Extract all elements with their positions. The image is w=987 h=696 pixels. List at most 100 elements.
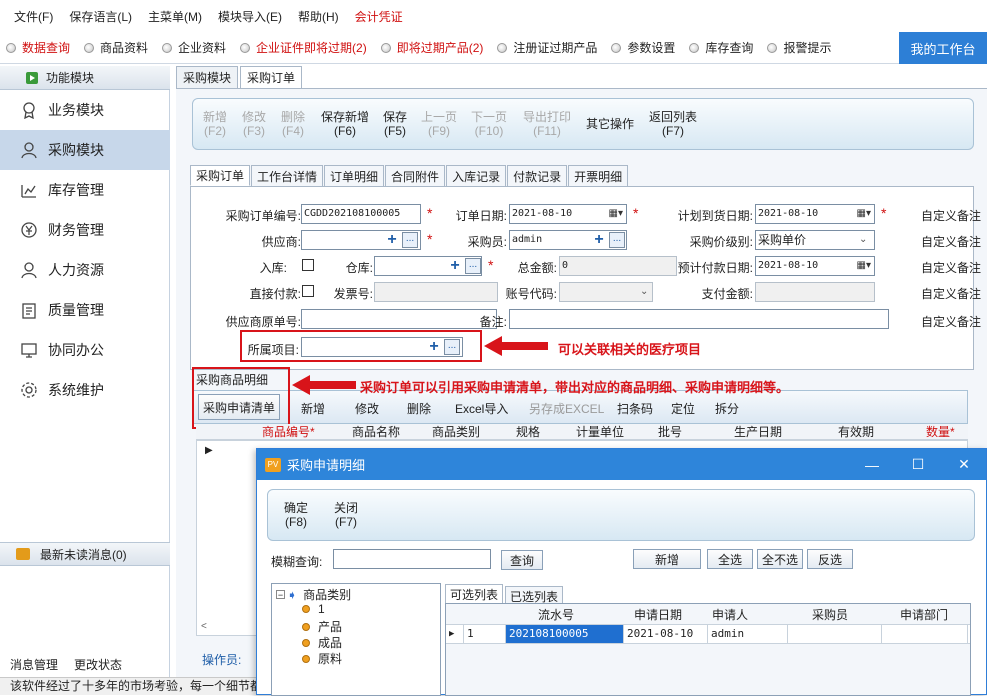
product-add-button[interactable]: 新增 — [301, 400, 325, 417]
add-icon[interactable]: + — [448, 258, 462, 274]
order-no-input[interactable]: CGDD202108100005 — [301, 204, 421, 224]
select-all-button[interactable]: 全选 — [707, 549, 753, 569]
col-batch-no[interactable]: 批号 — [658, 424, 682, 440]
browse-icon[interactable]: ... — [465, 258, 481, 274]
menu-file[interactable]: 文件(F) — [14, 8, 53, 25]
close-icon[interactable]: ✕ — [941, 449, 987, 480]
col-department[interactable]: 申请部门 — [900, 606, 948, 623]
confirm-button[interactable]: 确定 (F8) — [284, 501, 308, 529]
tab-payment-record[interactable]: 付款记录 — [507, 165, 568, 186]
tab-invoice-detail[interactable]: 开票明细 — [568, 165, 629, 186]
dialog-add-button[interactable]: 新增 — [633, 549, 701, 569]
locate-button[interactable]: 定位 — [671, 400, 695, 417]
col-product-no[interactable]: 商品编号* — [262, 424, 315, 440]
invert-selection-button[interactable]: 反选 — [807, 549, 853, 569]
scroll-left-icon[interactable]: < — [197, 621, 257, 635]
quick-data-query[interactable]: 数据查询 — [6, 39, 70, 56]
workbench-button[interactable]: 我的工作台 — [899, 32, 987, 64]
tab-stock-in-record[interactable]: 入库记录 — [446, 165, 507, 186]
delete-button[interactable]: 删除 (F4) — [281, 110, 305, 138]
menu-main[interactable]: 主菜单(M) — [148, 8, 202, 25]
quick-product-expiring[interactable]: 即将过期产品(2) — [380, 39, 483, 56]
tree-item[interactable]: 1 — [302, 602, 325, 616]
add-icon[interactable]: + — [592, 232, 606, 248]
calendar-dropdown-icon[interactable]: ▦▾ — [847, 206, 871, 222]
module-business[interactable]: 业务模块 — [0, 90, 170, 130]
split-button[interactable]: 拆分 — [715, 400, 739, 417]
menu-help[interactable]: 帮助(H) — [298, 8, 339, 25]
save-add-button[interactable]: 保存新增 (F6) — [321, 110, 369, 138]
table-row[interactable]: ▶ 1 202108100005 2021-08-10 admin — [446, 624, 970, 644]
product-edit-button[interactable]: 修改 — [355, 400, 379, 417]
quick-stock-query[interactable]: 库存查询 — [689, 39, 753, 56]
add-icon[interactable]: + — [385, 232, 399, 248]
chevron-down-icon[interactable]: ⌄ — [640, 286, 648, 297]
tree-item[interactable]: 成品 — [302, 634, 342, 651]
module-purchase[interactable]: 采购模块 — [0, 130, 170, 170]
collapse-icon[interactable]: − — [276, 590, 285, 600]
module-finance[interactable]: 财务管理 — [0, 210, 170, 250]
edit-button[interactable]: 修改 (F3) — [242, 110, 266, 138]
quick-license-expiring[interactable]: 企业证件即将过期(2) — [240, 39, 367, 56]
col-buyer[interactable]: 采购员 — [812, 606, 848, 623]
prev-page-button[interactable]: 上一页 (F9) — [421, 110, 457, 138]
col-request-date[interactable]: 申请日期 — [634, 606, 682, 623]
tab-workbench-detail[interactable]: 工作台详情 — [251, 165, 324, 186]
excel-import-button[interactable]: Excel导入 — [455, 400, 508, 417]
scan-barcode-button[interactable]: 扫条码 — [617, 400, 653, 417]
query-button[interactable]: 查询 — [501, 550, 543, 570]
tab-order[interactable]: 采购订单 — [190, 165, 251, 186]
quick-settings[interactable]: 参数设置 — [611, 39, 675, 56]
tab-contract-attachment[interactable]: 合同附件 — [385, 165, 446, 186]
col-spec[interactable]: 规格 — [516, 424, 540, 440]
tab-purchase-module[interactable]: 采购模块 — [176, 66, 239, 88]
col-product-category[interactable]: 商品类别 — [432, 424, 480, 440]
menu-module-import[interactable]: 模块导入(E) — [218, 8, 282, 25]
select-none-button[interactable]: 全不选 — [757, 549, 803, 569]
other-actions-button[interactable]: 其它操作 — [586, 117, 634, 131]
col-serial-no[interactable]: 流水号 — [538, 606, 574, 623]
module-office[interactable]: 协同办公 — [0, 330, 170, 370]
maximize-icon[interactable]: ☐ — [895, 449, 941, 480]
module-inventory[interactable]: 库存管理 — [0, 170, 170, 210]
tab-available-list[interactable]: 可选列表 — [445, 584, 504, 603]
quick-registration-expired[interactable]: 注册证过期产品 — [497, 39, 597, 56]
change-status-link[interactable]: 更改状态 — [74, 656, 122, 673]
next-page-button[interactable]: 下一页 (F10) — [471, 110, 507, 138]
add-button[interactable]: 新增 (F2) — [203, 110, 227, 138]
col-product-name[interactable]: 商品名称 — [352, 424, 400, 440]
module-quality[interactable]: 质量管理 — [0, 290, 170, 330]
menu-accounting-voucher[interactable]: 会计凭证 — [355, 8, 403, 25]
module-hr[interactable]: 人力资源 — [0, 250, 170, 290]
module-system[interactable]: 系统维护 — [0, 370, 170, 410]
calendar-dropdown-icon[interactable]: ▦▾ — [847, 258, 871, 274]
menu-save-language[interactable]: 保存语言(L) — [69, 8, 132, 25]
close-button[interactable]: 关闭 (F7) — [334, 501, 358, 529]
product-delete-button[interactable]: 删除 — [407, 400, 431, 417]
tab-purchase-order[interactable]: 采购订单 — [240, 66, 303, 88]
direct-pay-checkbox[interactable] — [302, 285, 314, 297]
search-input[interactable] — [333, 549, 491, 569]
quick-company-info[interactable]: 企业资料 — [162, 39, 226, 56]
browse-icon[interactable]: ... — [609, 232, 625, 248]
stock-in-checkbox[interactable] — [302, 259, 314, 271]
col-applicant[interactable]: 申请人 — [712, 606, 748, 623]
export-print-button[interactable]: 导出打印 (F11) — [523, 110, 571, 138]
col-production-date[interactable]: 生产日期 — [734, 424, 782, 440]
save-button[interactable]: 保存 (F5) — [383, 110, 407, 138]
quick-alarm[interactable]: 报警提示 — [767, 39, 831, 56]
col-quantity[interactable]: 数量* — [926, 424, 955, 440]
back-to-list-button[interactable]: 返回列表 (F7) — [649, 110, 697, 138]
minimize-icon[interactable]: — — [849, 449, 895, 480]
tab-order-detail[interactable]: 订单明细 — [324, 165, 385, 186]
browse-icon[interactable]: ... — [402, 232, 418, 248]
note-input[interactable] — [509, 309, 889, 329]
total-amount-input[interactable]: 0 — [559, 256, 677, 276]
chevron-down-icon[interactable]: ⌄ — [859, 234, 867, 245]
supplier-order-no-input[interactable] — [301, 309, 497, 329]
invoice-no-input[interactable] — [374, 282, 498, 302]
quick-product-info[interactable]: 商品资料 — [84, 39, 148, 56]
message-manage-link[interactable]: 消息管理 — [10, 656, 58, 673]
tree-item[interactable]: 产品 — [302, 618, 342, 635]
calendar-dropdown-icon[interactable]: ▦▾ — [599, 206, 623, 222]
